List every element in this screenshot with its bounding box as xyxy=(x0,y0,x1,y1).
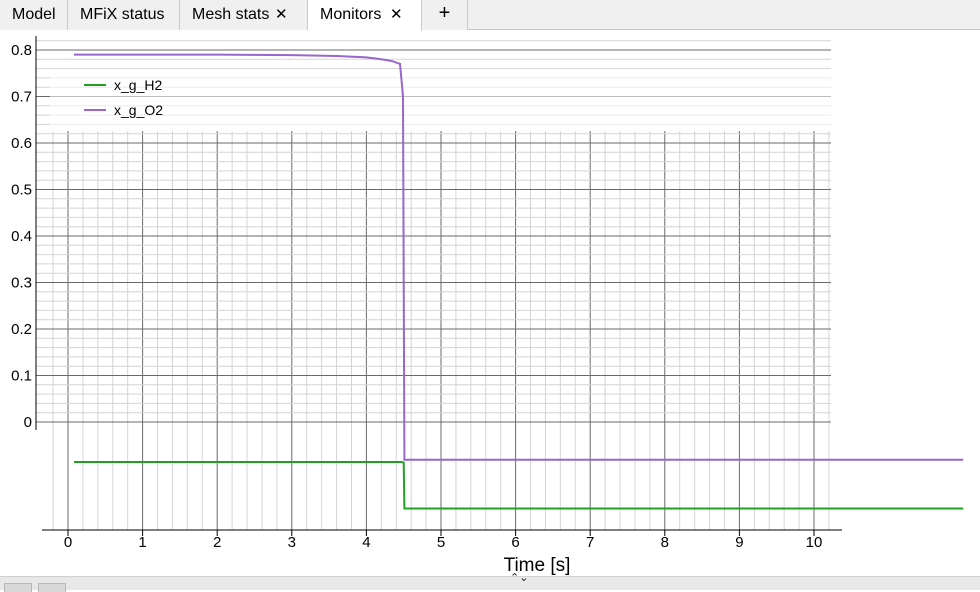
monitor-plot[interactable]: 0.8 0.7 0.6 0.5 0.4 0.3 0.2 0.1 0 0 1 2 3 4 5 6 7 8 9 10 Tim… xyxy=(0,31,980,576)
tab-label: Model xyxy=(12,6,56,23)
y-tick-label: 0.5 xyxy=(11,182,32,199)
x-tick-label: 10 xyxy=(806,534,823,551)
legend-background xyxy=(50,69,831,131)
y-tick-label: 0.7 xyxy=(11,89,32,106)
tab-model[interactable]: Model xyxy=(0,0,68,30)
bottom-panel-bar xyxy=(0,576,980,590)
y-tick-label: 0 xyxy=(24,414,32,431)
x-tick-label: 6 xyxy=(511,534,519,551)
tab-label: Mesh stats xyxy=(192,6,270,23)
series-line-x_g_H2 xyxy=(74,461,964,510)
y-tick-label: 0.4 xyxy=(11,228,32,245)
legend-label: x_g_O2 xyxy=(114,102,163,118)
plus-icon: + xyxy=(438,2,451,24)
panel-button[interactable] xyxy=(38,583,66,592)
x-tick-label: 7 xyxy=(586,534,594,551)
tab-mfix-status[interactable]: MFiX status xyxy=(68,0,180,30)
tab-label: Monitors xyxy=(320,6,382,23)
x-tick-label: 8 xyxy=(661,534,669,551)
x-tick-label: 4 xyxy=(362,534,370,551)
y-tick-label: 0.3 xyxy=(11,275,32,292)
y-tick-label: 0.8 xyxy=(11,42,32,59)
legend-label: x_g_H2 xyxy=(114,77,162,93)
y-tick-label: 0.1 xyxy=(11,368,32,385)
close-icon[interactable]: ✕ xyxy=(275,0,288,29)
x-tick-label: 0 xyxy=(64,534,72,551)
y-tick-label: 0.6 xyxy=(11,135,32,152)
x-tick-label: 1 xyxy=(138,534,146,551)
x-tick-label: 2 xyxy=(213,534,221,551)
tab-mesh-stats[interactable]: Mesh stats ✕ xyxy=(180,0,308,30)
add-tab-button[interactable]: + xyxy=(422,0,468,30)
x-tick-label: 9 xyxy=(735,534,743,551)
x-tick-label: 3 xyxy=(288,534,296,551)
tab-monitors[interactable]: Monitors ✕ xyxy=(308,0,422,31)
x-tick-label: 5 xyxy=(437,534,445,551)
tab-bar: Model MFiX status Mesh stats ✕ Monitors … xyxy=(0,0,980,31)
splitter-handle-icon[interactable]: ⌃⌄ xyxy=(510,573,528,584)
line-chart[interactable]: 0.80.70.60.50.40.30.20.100 1 2 3 4 5 6 7 8 9 10Tim… xyxy=(0,31,980,576)
y-tick-label: 0.2 xyxy=(11,321,32,338)
close-icon[interactable]: ✕ xyxy=(390,0,403,29)
panel-button[interactable] xyxy=(4,583,32,592)
tab-label: MFiX status xyxy=(80,6,165,23)
